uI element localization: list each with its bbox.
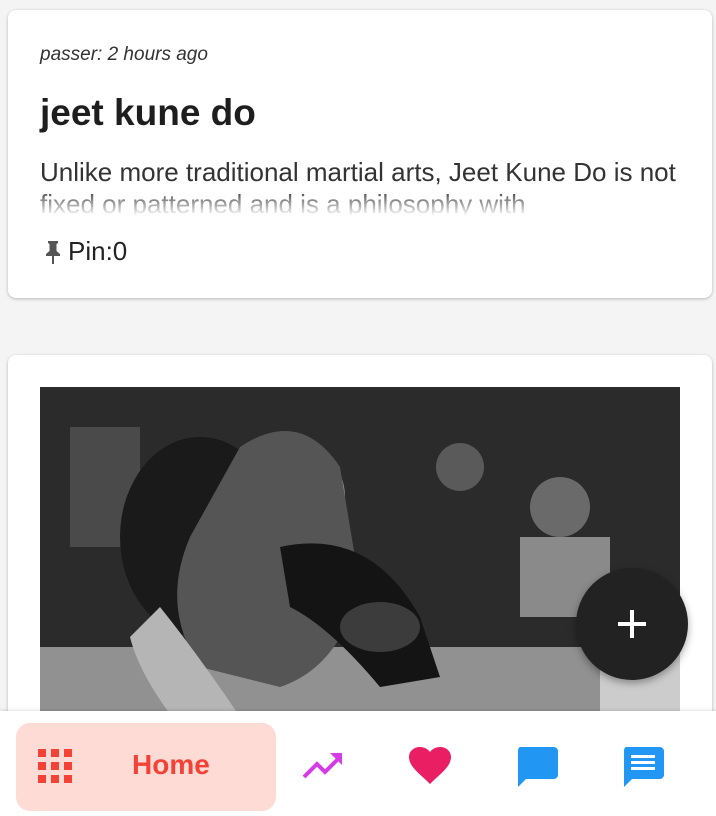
trending-up-icon	[302, 753, 342, 779]
add-post-button[interactable]	[576, 568, 688, 680]
post-body: Unlike more traditional martial arts, Je…	[40, 157, 676, 216]
pin-count: Pin:0	[68, 236, 128, 266]
post-title: jeet kune do	[40, 92, 256, 133]
pin-icon	[46, 240, 60, 264]
nav-home[interactable]: Home	[16, 723, 276, 811]
wrestling-photo	[40, 387, 680, 727]
pin-button[interactable]: Pin:0	[42, 236, 127, 267]
post-card[interactable]: passer: 2 hours ago jeet kune do Unlike …	[8, 10, 712, 298]
post-image	[40, 387, 680, 727]
nav-favorites[interactable]	[409, 747, 451, 790]
chat-bubble-icon	[518, 747, 558, 787]
post-meta: passer: 2 hours ago	[40, 44, 208, 65]
nav-chat[interactable]	[516, 747, 558, 794]
message-icon	[624, 747, 664, 787]
nav-trending[interactable]	[302, 747, 344, 786]
plus-icon	[618, 610, 646, 638]
apps-grid-icon	[38, 749, 72, 783]
nav-messages[interactable]	[622, 747, 664, 794]
bottom-nav: Home	[0, 711, 716, 816]
nav-home-label: Home	[132, 749, 210, 780]
heart-icon	[409, 747, 451, 784]
